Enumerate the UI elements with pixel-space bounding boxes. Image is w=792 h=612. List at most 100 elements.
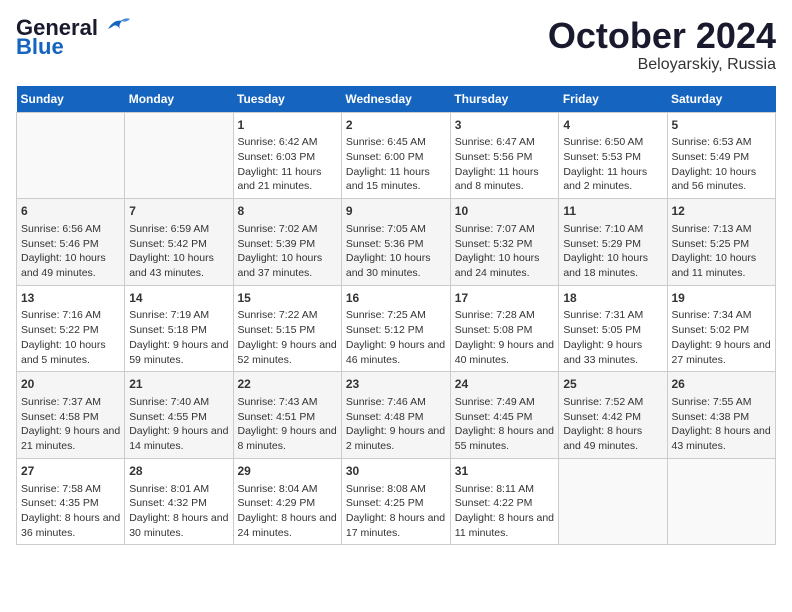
daylight-text: Daylight: 9 hours and 52 minutes. [238, 338, 337, 367]
day-number: 16 [346, 290, 446, 307]
calendar-day-cell: 14Sunrise: 7:19 AMSunset: 5:18 PMDayligh… [125, 285, 233, 372]
day-number: 21 [129, 376, 228, 393]
daylight-text: Daylight: 8 hours and 49 minutes. [563, 424, 662, 453]
calendar-day-cell: 11Sunrise: 7:10 AMSunset: 5:29 PMDayligh… [559, 199, 667, 286]
calendar-week-row: 1Sunrise: 6:42 AMSunset: 6:03 PMDaylight… [17, 112, 776, 199]
day-number: 18 [563, 290, 662, 307]
sunset-text: Sunset: 4:42 PM [563, 410, 662, 425]
sunrise-text: Sunrise: 8:08 AM [346, 482, 446, 497]
sunrise-text: Sunrise: 7:10 AM [563, 222, 662, 237]
sunset-text: Sunset: 6:03 PM [238, 150, 337, 165]
day-number: 13 [21, 290, 120, 307]
sunrise-text: Sunrise: 7:07 AM [455, 222, 555, 237]
sunset-text: Sunset: 5:15 PM [238, 323, 337, 338]
calendar-day-cell: 2Sunrise: 6:45 AMSunset: 6:00 PMDaylight… [341, 112, 450, 199]
day-number: 10 [455, 203, 555, 220]
sunrise-text: Sunrise: 6:45 AM [346, 135, 446, 150]
daylight-text: Daylight: 9 hours and 8 minutes. [238, 424, 337, 453]
sunset-text: Sunset: 5:02 PM [672, 323, 772, 338]
sunset-text: Sunset: 5:49 PM [672, 150, 772, 165]
sunset-text: Sunset: 5:18 PM [129, 323, 228, 338]
col-header-sunday: Sunday [17, 86, 125, 113]
title-block: October 2024 Beloyarskiy, Russia [548, 16, 776, 74]
daylight-text: Daylight: 8 hours and 11 minutes. [455, 511, 555, 540]
calendar-week-row: 20Sunrise: 7:37 AMSunset: 4:58 PMDayligh… [17, 372, 776, 459]
day-number: 4 [563, 117, 662, 134]
daylight-text: Daylight: 9 hours and 33 minutes. [563, 338, 662, 367]
calendar-day-cell: 8Sunrise: 7:02 AMSunset: 5:39 PMDaylight… [233, 199, 341, 286]
page-header: General Blue October 2024 Beloyarskiy, R… [16, 16, 776, 74]
day-number: 12 [672, 203, 772, 220]
calendar-body: 1Sunrise: 6:42 AMSunset: 6:03 PMDaylight… [17, 112, 776, 545]
daylight-text: Daylight: 8 hours and 17 minutes. [346, 511, 446, 540]
sunrise-text: Sunrise: 6:42 AM [238, 135, 337, 150]
day-number: 23 [346, 376, 446, 393]
sunset-text: Sunset: 4:22 PM [455, 496, 555, 511]
daylight-text: Daylight: 9 hours and 46 minutes. [346, 338, 446, 367]
logo-blue: Blue [16, 34, 64, 60]
sunrise-text: Sunrise: 7:28 AM [455, 308, 555, 323]
daylight-text: Daylight: 11 hours and 8 minutes. [455, 165, 555, 194]
daylight-text: Daylight: 10 hours and 24 minutes. [455, 251, 555, 280]
sunset-text: Sunset: 4:38 PM [672, 410, 772, 425]
col-header-friday: Friday [559, 86, 667, 113]
sunset-text: Sunset: 5:08 PM [455, 323, 555, 338]
daylight-text: Daylight: 9 hours and 2 minutes. [346, 424, 446, 453]
calendar-day-cell: 16Sunrise: 7:25 AMSunset: 5:12 PMDayligh… [341, 285, 450, 372]
calendar-day-cell: 12Sunrise: 7:13 AMSunset: 5:25 PMDayligh… [667, 199, 776, 286]
calendar-day-cell: 28Sunrise: 8:01 AMSunset: 4:32 PMDayligh… [125, 458, 233, 545]
sunrise-text: Sunrise: 6:47 AM [455, 135, 555, 150]
day-number: 1 [238, 117, 337, 134]
day-number: 5 [672, 117, 772, 134]
sunrise-text: Sunrise: 7:02 AM [238, 222, 337, 237]
sunset-text: Sunset: 4:32 PM [129, 496, 228, 511]
day-number: 7 [129, 203, 228, 220]
sunrise-text: Sunrise: 7:25 AM [346, 308, 446, 323]
col-header-wednesday: Wednesday [341, 86, 450, 113]
calendar-day-cell: 15Sunrise: 7:22 AMSunset: 5:15 PMDayligh… [233, 285, 341, 372]
calendar-day-cell: 1Sunrise: 6:42 AMSunset: 6:03 PMDaylight… [233, 112, 341, 199]
sunrise-text: Sunrise: 6:53 AM [672, 135, 772, 150]
day-number: 9 [346, 203, 446, 220]
sunset-text: Sunset: 5:05 PM [563, 323, 662, 338]
calendar-week-row: 27Sunrise: 7:58 AMSunset: 4:35 PMDayligh… [17, 458, 776, 545]
calendar-day-cell: 29Sunrise: 8:04 AMSunset: 4:29 PMDayligh… [233, 458, 341, 545]
daylight-text: Daylight: 10 hours and 11 minutes. [672, 251, 772, 280]
calendar-day-cell: 19Sunrise: 7:34 AMSunset: 5:02 PMDayligh… [667, 285, 776, 372]
sunrise-text: Sunrise: 7:58 AM [21, 482, 120, 497]
daylight-text: Daylight: 8 hours and 36 minutes. [21, 511, 120, 540]
daylight-text: Daylight: 10 hours and 30 minutes. [346, 251, 446, 280]
calendar-day-cell: 31Sunrise: 8:11 AMSunset: 4:22 PMDayligh… [450, 458, 559, 545]
calendar-day-cell: 4Sunrise: 6:50 AMSunset: 5:53 PMDaylight… [559, 112, 667, 199]
daylight-text: Daylight: 10 hours and 56 minutes. [672, 165, 772, 194]
calendar-day-cell [17, 112, 125, 199]
daylight-text: Daylight: 10 hours and 43 minutes. [129, 251, 228, 280]
sunrise-text: Sunrise: 7:22 AM [238, 308, 337, 323]
calendar-day-cell: 9Sunrise: 7:05 AMSunset: 5:36 PMDaylight… [341, 199, 450, 286]
calendar-day-cell: 20Sunrise: 7:37 AMSunset: 4:58 PMDayligh… [17, 372, 125, 459]
daylight-text: Daylight: 10 hours and 5 minutes. [21, 338, 120, 367]
sunrise-text: Sunrise: 7:43 AM [238, 395, 337, 410]
sunrise-text: Sunrise: 7:55 AM [672, 395, 772, 410]
day-number: 3 [455, 117, 555, 134]
daylight-text: Daylight: 8 hours and 30 minutes. [129, 511, 228, 540]
daylight-text: Daylight: 8 hours and 24 minutes. [238, 511, 337, 540]
sunrise-text: Sunrise: 7:31 AM [563, 308, 662, 323]
daylight-text: Daylight: 9 hours and 40 minutes. [455, 338, 555, 367]
sunrise-text: Sunrise: 7:34 AM [672, 308, 772, 323]
day-number: 15 [238, 290, 337, 307]
calendar-day-cell: 7Sunrise: 6:59 AMSunset: 5:42 PMDaylight… [125, 199, 233, 286]
daylight-text: Daylight: 10 hours and 18 minutes. [563, 251, 662, 280]
daylight-text: Daylight: 9 hours and 21 minutes. [21, 424, 120, 453]
sunrise-text: Sunrise: 6:59 AM [129, 222, 228, 237]
sunrise-text: Sunrise: 8:04 AM [238, 482, 337, 497]
daylight-text: Daylight: 11 hours and 21 minutes. [238, 165, 337, 194]
daylight-text: Daylight: 9 hours and 27 minutes. [672, 338, 772, 367]
sunrise-text: Sunrise: 7:46 AM [346, 395, 446, 410]
daylight-text: Daylight: 8 hours and 43 minutes. [672, 424, 772, 453]
daylight-text: Daylight: 10 hours and 37 minutes. [238, 251, 337, 280]
sunrise-text: Sunrise: 7:40 AM [129, 395, 228, 410]
daylight-text: Daylight: 9 hours and 59 minutes. [129, 338, 228, 367]
calendar-day-cell: 18Sunrise: 7:31 AMSunset: 5:05 PMDayligh… [559, 285, 667, 372]
calendar-day-cell: 17Sunrise: 7:28 AMSunset: 5:08 PMDayligh… [450, 285, 559, 372]
